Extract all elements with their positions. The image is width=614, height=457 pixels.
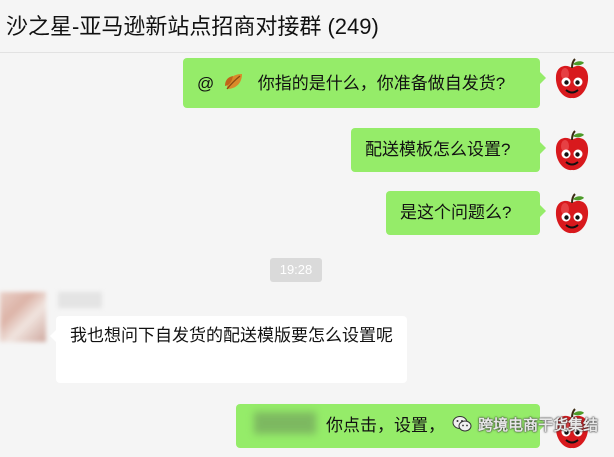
time-divider: 19:28 [270, 258, 322, 282]
message-text: 你点击，设置， [326, 416, 445, 435]
message-text: 是这个问题么? [400, 203, 512, 222]
apple-avatar-icon[interactable] [551, 58, 593, 102]
message-bubble-outgoing[interactable]: 配送模板怎么设置? [351, 128, 546, 172]
message-text: 我也想问下自发货的配送模版要怎么设置呢 [70, 326, 393, 345]
message-text: 配送模板怎么设置? [365, 140, 511, 159]
sender-name-blurred [58, 292, 102, 308]
mention-name-blurred [254, 412, 316, 434]
sender-avatar-blurred[interactable] [0, 292, 46, 342]
chat-header: 沙之星-亚马逊新站点招商对接群 (249) [0, 0, 614, 53]
mention-symbol: @ [197, 74, 215, 93]
leaf-emoji-icon [223, 71, 245, 99]
apple-avatar-icon[interactable] [551, 130, 593, 174]
message-bubble-incoming[interactable]: 我也想问下自发货的配送模版要怎么设置呢 [50, 316, 407, 383]
wechat-icon [452, 415, 472, 437]
message-bubble-outgoing[interactable]: 是这个问题么? [386, 191, 546, 235]
apple-avatar-icon[interactable] [551, 193, 593, 237]
watermark: 跨境电商干货集结 [452, 414, 598, 437]
message-bubble-outgoing[interactable]: @ 你指的是什么，你准备做自发货? [183, 58, 546, 108]
group-title: 沙之星-亚马逊新站点招商对接群 (249) [6, 14, 379, 39]
message-text: 你指的是什么，你准备做自发货? [257, 74, 506, 93]
watermark-text: 跨境电商干货集结 [478, 417, 599, 434]
